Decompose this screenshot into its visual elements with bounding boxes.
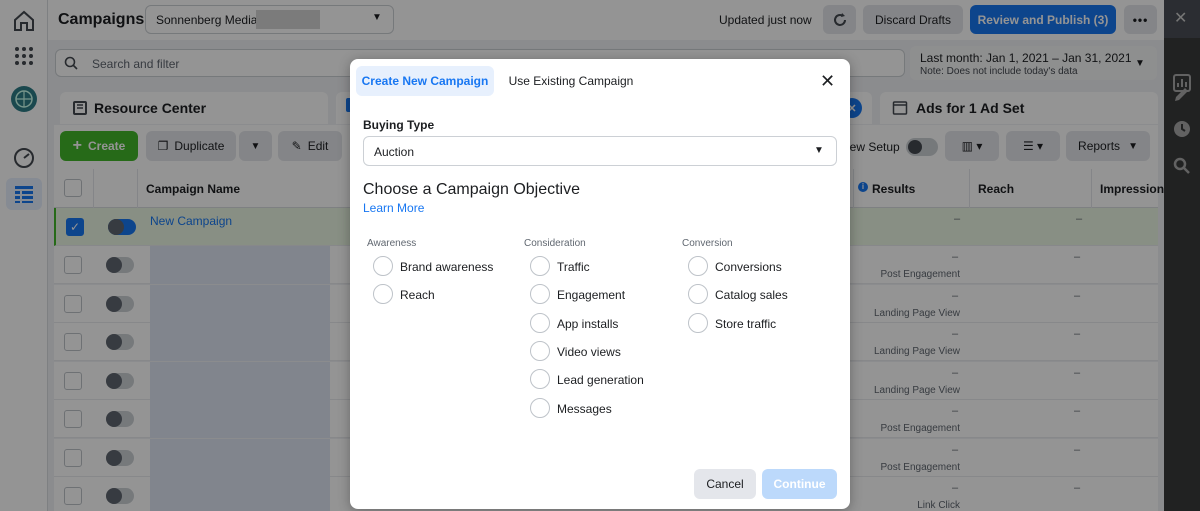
objective-label: Video views bbox=[557, 344, 621, 359]
continue-button[interactable]: Continue bbox=[762, 469, 837, 499]
objective-radio[interactable] bbox=[688, 312, 708, 333]
objective-option[interactable]: Engagement bbox=[530, 284, 670, 306]
objective-radio[interactable] bbox=[688, 284, 708, 305]
objective-radio[interactable] bbox=[688, 256, 708, 276]
cancel-button[interactable]: Cancel bbox=[694, 469, 756, 499]
objective-label: Traffic bbox=[557, 260, 590, 274]
objective-radio[interactable] bbox=[373, 284, 393, 305]
objective-option[interactable]: Brand awareness bbox=[373, 256, 513, 278]
objective-label: Catalog sales bbox=[715, 288, 788, 303]
objective-label: Brand awareness bbox=[400, 260, 494, 274]
objective-radio[interactable] bbox=[530, 284, 550, 305]
objective-option[interactable]: Lead generation bbox=[530, 369, 670, 391]
objective-option[interactable]: Catalog sales bbox=[688, 284, 828, 306]
group-awareness-title: Awareness bbox=[367, 238, 417, 249]
objective-label: Conversions bbox=[715, 260, 782, 274]
objective-label: Store traffic bbox=[715, 316, 777, 331]
objective-option[interactable]: Video views bbox=[530, 340, 670, 363]
buying-type-label: Buying Type bbox=[363, 118, 435, 132]
objective-label: Reach bbox=[400, 288, 435, 303]
objective-radio[interactable] bbox=[530, 397, 550, 418]
create-campaign-dialog: Create New Campaign Use Existing Campaig… bbox=[350, 59, 850, 509]
group-consideration-title: Consideration bbox=[524, 238, 586, 249]
chevron-down-icon: ▼ bbox=[814, 145, 824, 156]
tab-use-existing-campaign[interactable]: Use Existing Campaign bbox=[502, 66, 640, 96]
objective-option[interactable]: Messages bbox=[530, 397, 670, 420]
objective-label: App installs bbox=[557, 316, 619, 331]
learn-more-link[interactable]: Learn More bbox=[363, 201, 424, 215]
objective-radio[interactable] bbox=[530, 369, 550, 390]
objective-label: Lead generation bbox=[557, 373, 644, 388]
objective-option[interactable]: Reach bbox=[373, 284, 513, 306]
objective-radio[interactable] bbox=[530, 340, 550, 361]
objective-radio[interactable] bbox=[373, 256, 393, 276]
close-icon[interactable]: ✕ bbox=[820, 71, 835, 92]
objective-option[interactable]: Conversions bbox=[688, 256, 828, 278]
buying-type-select[interactable]: Auction ▼ bbox=[363, 136, 837, 166]
tab-create-new-campaign[interactable]: Create New Campaign bbox=[356, 66, 494, 96]
objective-option[interactable]: App installs bbox=[530, 312, 670, 335]
buying-type-value: Auction bbox=[374, 145, 415, 159]
objective-option[interactable]: Store traffic bbox=[688, 312, 828, 335]
objective-label: Engagement bbox=[557, 288, 626, 303]
group-conversion-title: Conversion bbox=[682, 238, 733, 249]
objective-radio[interactable] bbox=[530, 256, 550, 276]
objective-radio[interactable] bbox=[530, 312, 550, 333]
objective-option[interactable]: Traffic bbox=[530, 256, 670, 278]
objective-label: Messages bbox=[557, 401, 612, 416]
objective-heading: Choose a Campaign Objective bbox=[363, 181, 581, 198]
